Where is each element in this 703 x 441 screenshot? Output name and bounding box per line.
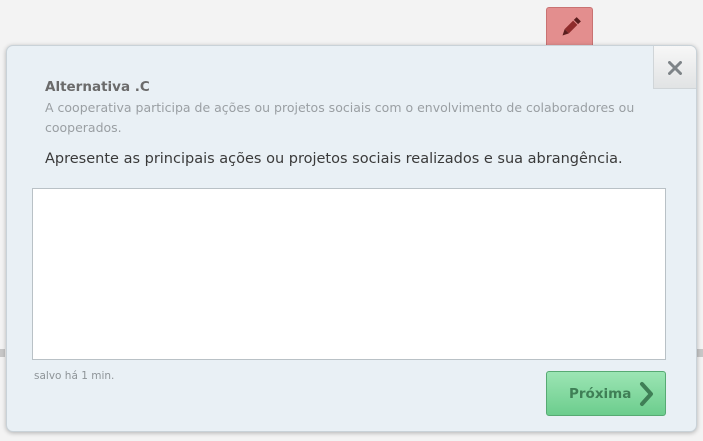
next-button-label: Próxima	[569, 386, 632, 402]
pencil-icon	[562, 17, 581, 36]
background-divider-left	[0, 349, 5, 357]
chevron-right-icon	[640, 382, 653, 406]
close-icon	[668, 61, 682, 75]
answer-textarea[interactable]	[32, 188, 666, 360]
close-button[interactable]	[653, 46, 696, 89]
alternative-title: Alternativa .C	[45, 79, 150, 95]
question-modal: Alternativa .C A cooperativa participa d…	[6, 45, 697, 432]
question-text: Apresente as principais ações ou projeto…	[45, 151, 623, 167]
next-button[interactable]: Próxima	[546, 371, 666, 416]
save-status: salvo há 1 min.	[34, 370, 115, 382]
alternative-description: A cooperativa participa de ações ou proj…	[45, 100, 635, 135]
background-divider-right	[697, 349, 703, 357]
edit-button[interactable]	[546, 7, 593, 47]
